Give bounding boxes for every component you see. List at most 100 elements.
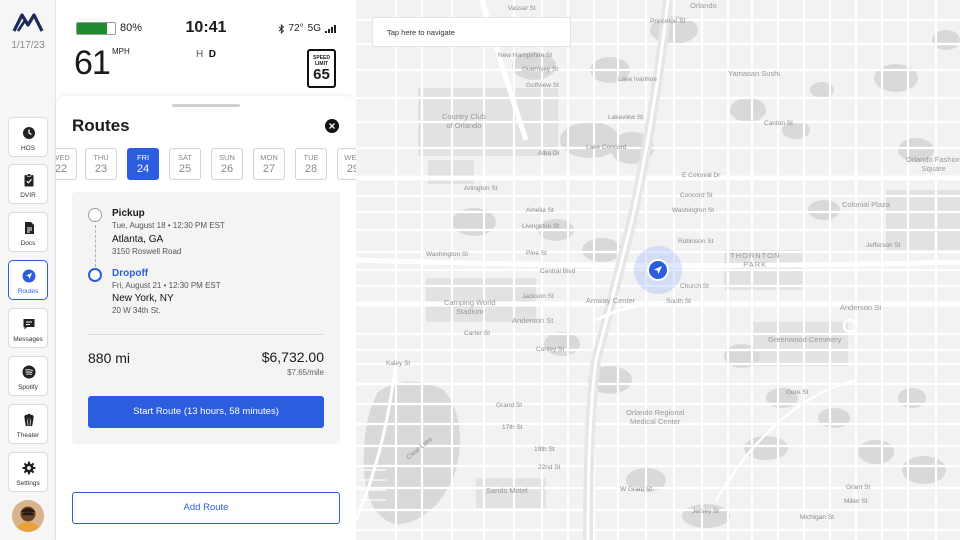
day-wed-29[interactable]: WED 29 bbox=[337, 148, 356, 180]
map-view[interactable]: Tap here to navigate Vassar St Orlando P… bbox=[356, 0, 960, 540]
close-button[interactable] bbox=[325, 119, 339, 133]
nav-item-routes[interactable]: Routes bbox=[8, 260, 48, 300]
day-selector: WED 22 THU 23 FRI 24 SAT 25 SUN 26 MON 2… bbox=[56, 148, 356, 180]
dropoff-city: New York, NY bbox=[112, 293, 174, 304]
pickup-city: Atlanta, GA bbox=[112, 234, 164, 245]
nav-item-dvir[interactable]: DVIR bbox=[8, 164, 48, 204]
day-tue-28[interactable]: TUE 28 bbox=[295, 148, 327, 180]
day-name: FRI bbox=[136, 153, 150, 162]
nav-item-spotify[interactable]: Spotify bbox=[8, 356, 48, 396]
avatar[interactable] bbox=[12, 500, 44, 532]
nav-item-label: Messages bbox=[13, 336, 43, 343]
dropoff-time: Fri, August 21 • 12:30 PM EST bbox=[112, 281, 221, 290]
navigate-hint-button[interactable]: Tap here to navigate bbox=[372, 17, 571, 47]
gear-icon bbox=[22, 461, 36, 475]
map-label: Pine St bbox=[526, 250, 547, 257]
map-label: Concord St bbox=[680, 192, 713, 199]
map-label: Jefferson St bbox=[866, 242, 901, 249]
rail-date: 1/17/23 bbox=[11, 40, 45, 51]
nav-item-theater[interactable]: Theater bbox=[8, 404, 48, 444]
dropoff-address: 20 W 34th St. bbox=[112, 306, 161, 315]
map-label: Washington St bbox=[672, 207, 715, 214]
map-label: Orlando Regional Medical Center bbox=[626, 408, 685, 426]
map-label: South St bbox=[666, 298, 691, 305]
map-label: Anderson St bbox=[512, 316, 554, 325]
map-label: Grand St bbox=[496, 402, 523, 409]
start-route-button[interactable]: Start Route (13 hours, 58 minutes) bbox=[88, 396, 324, 428]
pickup-time: Tue, August 18 • 12:30 PM EST bbox=[112, 221, 225, 230]
map-label: Gore St bbox=[786, 389, 809, 396]
nav-item-label: DVIR bbox=[20, 192, 36, 199]
signal-bars-icon bbox=[325, 24, 336, 33]
map-label: Colonial Plaza bbox=[842, 200, 890, 209]
route-price: $6,732.00 bbox=[261, 349, 324, 365]
nav-item-label: Theater bbox=[16, 432, 40, 439]
day-date: 26 bbox=[220, 163, 234, 175]
day-date: 28 bbox=[304, 163, 318, 175]
map-label: 22nd St bbox=[538, 464, 561, 471]
nav-item-label: Routes bbox=[17, 288, 39, 295]
day-date: 24 bbox=[136, 163, 150, 175]
pickup-marker-icon bbox=[88, 208, 102, 222]
day-wed-22[interactable]: WED 22 bbox=[56, 148, 77, 180]
map-label: 17th St bbox=[502, 424, 523, 431]
avatar-photo-icon bbox=[12, 500, 44, 532]
map-label: Sands Motel bbox=[486, 486, 528, 495]
route-distance: 880 mi bbox=[88, 350, 131, 366]
map-label: Camping World Stadium bbox=[444, 298, 496, 316]
nav-item-label: HOS bbox=[20, 145, 36, 152]
pickup-address: 3150 Roswell Road bbox=[112, 247, 182, 256]
document-icon bbox=[25, 222, 34, 234]
speed-limit-sign: SPEED LIMIT 65 bbox=[307, 49, 336, 88]
routes-panel: Routes WED 22 THU 23 FRI 24 SAT 25 SUN 2… bbox=[56, 96, 356, 540]
vehicle-status-bar: 80% 10:41 72° 5G 61 MPH H D SPEED LIMIT … bbox=[56, 0, 356, 96]
nav-item-label: Spotify bbox=[18, 384, 38, 391]
price-per-mile: $7.65/mile bbox=[287, 368, 324, 377]
map-label: Country Club of Orlando bbox=[442, 112, 486, 130]
temperature: 72° bbox=[288, 23, 304, 34]
nav-item-messages[interactable]: Messages bbox=[8, 308, 48, 348]
map-label: Lake Concord bbox=[586, 144, 627, 151]
network-type: 5G bbox=[307, 23, 321, 34]
map-label: Yamasan Sushi bbox=[728, 69, 780, 78]
add-route-button[interactable]: Add Route bbox=[72, 492, 340, 524]
dropoff-marker-icon bbox=[88, 268, 102, 282]
map-label: Conley St bbox=[536, 346, 565, 353]
bluetooth-icon bbox=[278, 23, 284, 34]
day-sun-26[interactable]: SUN 26 bbox=[211, 148, 243, 180]
map-label: Kaley St bbox=[386, 360, 411, 367]
day-date: 25 bbox=[178, 163, 192, 175]
day-thu-23[interactable]: THU 23 bbox=[85, 148, 117, 180]
nav-item-docs[interactable]: Docs bbox=[8, 212, 48, 252]
day-date: 22 bbox=[56, 163, 68, 175]
close-icon bbox=[329, 123, 335, 129]
drag-handle[interactable] bbox=[172, 104, 240, 107]
map-label: Lakeview St bbox=[608, 114, 644, 121]
map-label: Vassar St bbox=[508, 5, 536, 12]
map-label: 19th St bbox=[534, 446, 555, 453]
day-date: 23 bbox=[94, 163, 108, 175]
current-location-marker[interactable] bbox=[647, 259, 669, 281]
day-name: SUN bbox=[219, 153, 235, 162]
route-card[interactable]: Pickup Tue, August 18 • 12:30 PM EST Atl… bbox=[72, 192, 340, 444]
day-mon-27[interactable]: MON 27 bbox=[253, 148, 285, 180]
map-label: Golfview St bbox=[526, 82, 559, 89]
pickup-title: Pickup bbox=[112, 208, 145, 219]
day-name: WED bbox=[56, 153, 70, 162]
location-arrow-icon bbox=[654, 266, 662, 274]
map-label: W Grant St bbox=[620, 486, 653, 493]
day-sat-25[interactable]: SAT 25 bbox=[169, 148, 201, 180]
day-name: SAT bbox=[177, 153, 193, 162]
nav-item-settings[interactable]: Settings bbox=[8, 452, 48, 492]
day-date: 29 bbox=[346, 163, 356, 175]
nav-item-hos[interactable]: HOS bbox=[8, 117, 48, 157]
popcorn-icon bbox=[24, 413, 34, 426]
nav-item-label: Settings bbox=[16, 480, 40, 487]
day-name: THU bbox=[93, 153, 109, 162]
dropoff-title: Dropoff bbox=[112, 268, 149, 279]
left-nav-rail: 1/17/23 HOS DVIR Docs Routes Messages Sp… bbox=[0, 0, 56, 540]
route-connector bbox=[95, 225, 96, 267]
day-fri-24[interactable]: FRI 24 bbox=[127, 148, 159, 180]
map-label: Jackson St bbox=[522, 293, 554, 300]
day-name: MON bbox=[260, 153, 278, 162]
